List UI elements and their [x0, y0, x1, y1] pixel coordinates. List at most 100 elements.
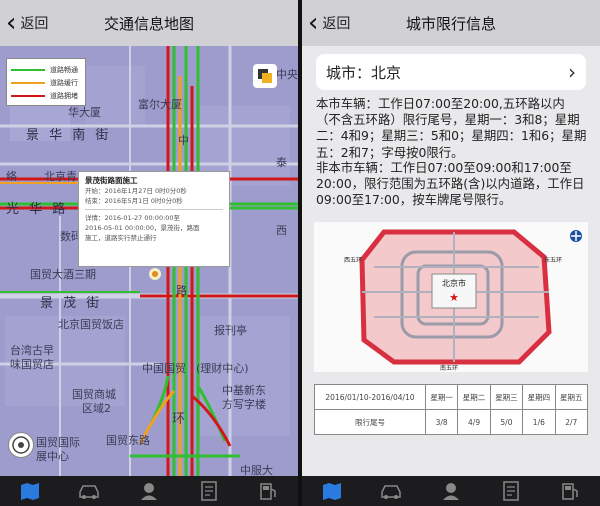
- map-label: 方写字楼: [222, 398, 266, 411]
- popup-detail: 施工，道路实行禁止通行: [85, 234, 157, 242]
- map-label: 味国贸店: [10, 358, 54, 371]
- restriction-table: 2016/01/10-2016/04/10 星期一 星期二 星期三 星期四 星期…: [314, 384, 589, 435]
- map-tab-icon: [322, 483, 341, 500]
- map-label: 泰: [276, 156, 287, 169]
- table-cell: 2/7: [554, 409, 589, 435]
- service-icon: [140, 483, 157, 500]
- map-label: 中服大: [240, 464, 273, 476]
- popup-divider: [85, 209, 223, 210]
- tab-fuel[interactable]: [253, 479, 283, 503]
- tab-bar: [302, 476, 600, 506]
- table-header-cell: 2016/01/10-2016/04/10: [314, 384, 426, 410]
- restriction-zone-map: 北京市 ★ 西五环 东五环 南五环: [314, 222, 588, 372]
- table-cell: 限行尾号: [314, 409, 426, 435]
- table-row: 2016/01/10-2016/04/10 星期一 星期二 星期三 星期四 星期…: [314, 384, 589, 410]
- map-label: 环: [172, 412, 186, 427]
- map-label: 景 华 南 街: [26, 128, 112, 143]
- tab-fuel[interactable]: [555, 479, 585, 503]
- map-label: 华大厦: [68, 106, 101, 119]
- map-label: 中: [178, 134, 189, 147]
- restriction-screen: ‹ 返回 城市限行信息 城市：北京 › 本市车辆：工作日07:00至20:00,…: [302, 0, 600, 506]
- traffic-map-screen: 道路畅通 道路缓行 道路拥堵 中央 富尔大厦 华大厦 景 华 南 街 北京青 络…: [0, 0, 298, 506]
- map-label: 络: [6, 170, 17, 183]
- table-header-cell: 星期三: [489, 384, 524, 410]
- car-icon: [381, 485, 402, 499]
- map-south-label: 南五环: [440, 364, 458, 372]
- page-title: 城市限行信息: [405, 14, 496, 33]
- tab-service[interactable]: [134, 479, 164, 503]
- document-icon: [502, 481, 519, 501]
- map-center-label: 北京市: [442, 278, 466, 288]
- tab-map[interactable]: [15, 479, 45, 503]
- city-label: 城市：北京: [326, 63, 402, 82]
- tab-car[interactable]: [74, 479, 104, 503]
- traffic-map[interactable]: 道路畅通 道路缓行 道路拥堵 中央 富尔大厦 华大厦 景 华 南 街 北京青 络…: [0, 46, 298, 476]
- layers-icon[interactable]: [253, 64, 277, 88]
- star-icon: ★: [449, 291, 459, 304]
- table-header-cell: 星期四: [522, 384, 556, 410]
- back-button[interactable]: ‹ 返回: [308, 0, 350, 46]
- back-button[interactable]: ‹ 返回: [6, 0, 48, 46]
- tab-service[interactable]: [436, 479, 466, 503]
- legend-congested: 道路拥堵: [50, 91, 78, 100]
- nav-bar: ‹ 返回 城市限行信息: [302, 0, 600, 46]
- map-label: 西: [276, 224, 287, 237]
- legend-smooth: 道路畅通: [50, 65, 78, 74]
- back-label: 返回: [322, 16, 351, 32]
- chevron-left-icon: ‹: [6, 8, 17, 38]
- car-icon: [79, 485, 100, 499]
- map-label: 中央: [276, 68, 298, 81]
- popup-detail: 2016-05-01 00:00:00，景茂街，路面: [85, 224, 200, 232]
- back-label: 返回: [20, 16, 49, 32]
- map-label: 展中心: [36, 450, 69, 463]
- popup-title: 景茂街路面施工: [85, 176, 138, 185]
- map-label: 区域2: [82, 402, 111, 415]
- fuel-icon: [562, 483, 578, 500]
- map-label: 国贸大酒三期: [30, 268, 96, 281]
- nav-bar: ‹ 返回 交通信息地图: [0, 0, 298, 46]
- legend-slow: 道路缓行: [50, 78, 78, 87]
- map-label: 光 华 路: [6, 202, 69, 217]
- page-title: 交通信息地图: [103, 14, 194, 33]
- traffic-legend: 道路畅通 道路缓行 道路拥堵: [6, 58, 86, 106]
- map-tab-icon: [20, 483, 39, 500]
- map-east-label: 东五环: [544, 256, 562, 264]
- map-label: 国贸东路: [106, 434, 150, 447]
- table-header-cell: 星期二: [457, 384, 491, 410]
- table-cell: 3/8: [424, 409, 459, 435]
- map-label: 中国国贸: [142, 362, 186, 375]
- popup-start: 开始：2016年1月27日 0时0分0秒: [85, 187, 187, 195]
- table-cell: 4/9: [457, 409, 491, 435]
- map-label: 景 茂 街: [40, 296, 103, 311]
- table-cell: 5/0: [489, 409, 524, 435]
- map-label: 北京国贸饭店: [58, 318, 124, 331]
- map-west-label: 西五环: [344, 257, 362, 264]
- local-vehicle-rules: 本市车辆：工作日07:00至20:00,五环路以内（不含五环路）限行尾号，星期一…: [316, 96, 587, 160]
- table-row: 限行尾号 3/8 4/9 5/0 1/6 2/7: [314, 409, 589, 435]
- map-label: 富尔大厦: [138, 98, 182, 111]
- map-label: (理财中心): [196, 362, 249, 375]
- tab-docs[interactable]: [496, 479, 526, 503]
- popup-end: 结束：2016年5月1日 0时0分0秒: [85, 197, 183, 205]
- ring-road-map: 北京市 ★ 西五环 东五环 南五环: [314, 222, 588, 372]
- document-icon: [200, 481, 217, 501]
- tab-car[interactable]: [376, 479, 406, 503]
- chevron-left-icon: ‹: [308, 8, 319, 38]
- tab-map[interactable]: [317, 479, 347, 503]
- table-cell: 1/6: [522, 409, 556, 435]
- table-header-cell: 星期五: [554, 384, 589, 410]
- chevron-right-icon: ›: [568, 60, 576, 84]
- table-header-cell: 星期一: [424, 384, 459, 410]
- incident-popup[interactable]: 景茂街路面施工 开始：2016年1月27日 0时0分0秒 结束：2016年5月1…: [78, 171, 230, 267]
- map-label: 北京青: [44, 170, 77, 183]
- map-label: 报刊亭: [214, 324, 247, 337]
- locate-icon[interactable]: [8, 432, 34, 458]
- service-icon: [442, 483, 459, 500]
- tab-bar: [0, 476, 298, 506]
- nonlocal-vehicle-rules: 非本市车辆：工作日07:00至09:00和17:00至20:00，限行范围为五环…: [316, 160, 585, 208]
- city-selector[interactable]: 城市：北京 ›: [316, 54, 586, 90]
- tab-docs[interactable]: [194, 479, 224, 503]
- fuel-icon: [260, 483, 276, 500]
- popup-detail: 详情：2016-01-27 00:00:00至: [85, 214, 181, 222]
- map-label: 路: [176, 284, 187, 297]
